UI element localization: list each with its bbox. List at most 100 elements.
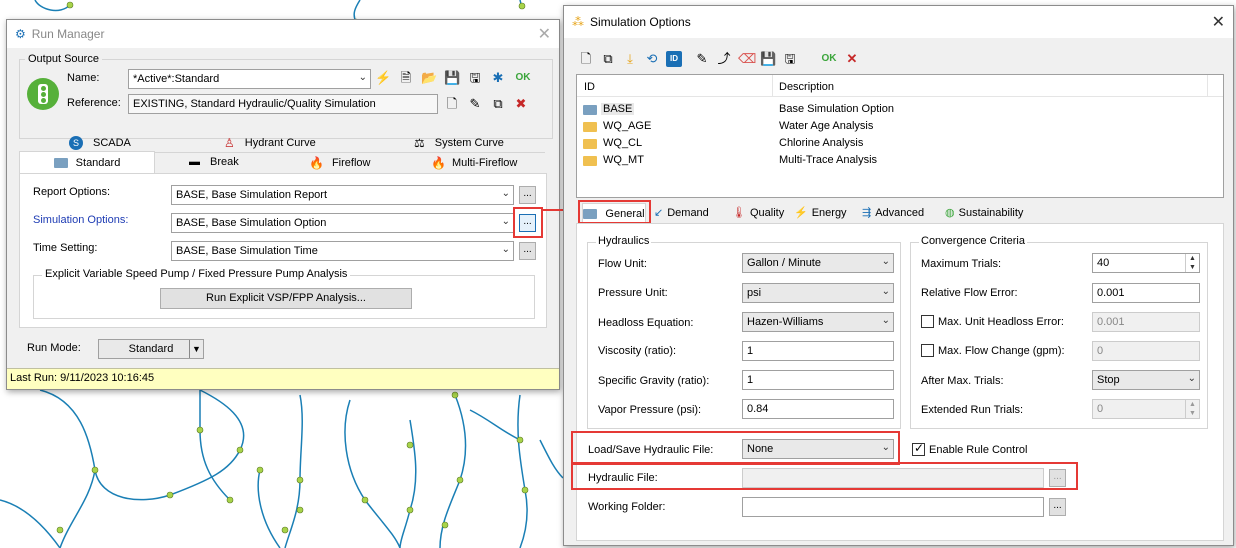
tab-system-curve[interactable]: ⚖ System Curve — [414, 136, 504, 150]
time-setting-dropdown[interactable]: BASE, Base Simulation Time ⌄ — [171, 241, 514, 261]
vapor-pressure-field[interactable]: 0.84 — [742, 399, 894, 419]
list-item[interactable]: WQ_AGE Water Age Analysis — [581, 118, 1221, 134]
delete-icon[interactable]: ✖ — [513, 96, 529, 112]
run-mode-label: Run Mode: — [27, 342, 81, 354]
open-folder-icon[interactable]: 📂 — [421, 70, 437, 86]
viscosity-field[interactable]: 1 — [742, 341, 894, 361]
new-icon[interactable]: 🗋 — [578, 51, 594, 67]
folder-icon — [583, 104, 601, 116]
specific-gravity-field[interactable]: 1 — [742, 370, 894, 390]
headloss-dropdown[interactable]: Hazen-Williams ⌄ — [742, 312, 894, 332]
column-description[interactable]: Description — [779, 81, 834, 93]
edit-icon[interactable]: ✎ — [694, 51, 710, 67]
run-mode-dropdown[interactable]: Standard ▼ — [98, 339, 204, 359]
max-flow-change-label: Max. Flow Change (gpm): — [938, 344, 1065, 357]
pressure-unit-dropdown[interactable]: psi ⌄ — [742, 283, 894, 303]
time-setting-label: Time Setting: — [33, 242, 98, 254]
tab-break[interactable]: ▬ Break — [189, 156, 239, 168]
extended-run-trials-field[interactable]: 0 ▲ ▼ — [1092, 399, 1200, 419]
name-dropdown[interactable]: *Active*:Standard ⌄ — [128, 69, 371, 89]
tab-demand[interactable]: ↙ Demand — [654, 206, 709, 220]
dropdown-arrow-icon: ▼ — [189, 340, 203, 358]
save-icon[interactable]: 💾 — [760, 51, 776, 67]
max-headloss-field[interactable]: 0.001 — [1092, 312, 1200, 332]
folder-icon — [583, 138, 601, 150]
list-item[interactable]: WQ_MT Multi-Trace Analysis — [581, 152, 1221, 168]
flow-unit-label: Flow Unit: — [598, 258, 647, 270]
row-id: WQ_CL — [603, 137, 643, 149]
list-item[interactable]: WQ_CL Chlorine Analysis — [581, 135, 1221, 151]
column-id[interactable]: ID — [584, 81, 595, 93]
run-manager-close-icon[interactable]: ✕ — [538, 24, 551, 44]
save-icon[interactable]: 💾 — [444, 70, 460, 86]
list-item[interactable]: BASE Base Simulation Option — [581, 101, 1221, 117]
time-setting-browse-button[interactable]: ... — [519, 242, 536, 260]
cancel-icon[interactable]: ✕ — [844, 51, 860, 67]
ok-button[interactable]: OK — [818, 51, 840, 67]
tab-fireflow[interactable]: 🔥 Fireflow — [309, 156, 370, 170]
max-headloss-checkbox[interactable]: Max. Unit Headloss Error: — [921, 315, 1064, 328]
tab-demand-label: Demand — [667, 206, 709, 219]
max-flow-change-checkbox[interactable]: Max. Flow Change (gpm): — [921, 344, 1065, 357]
tab-energy[interactable]: ⚡ Energy — [794, 206, 847, 220]
vapor-pressure-label: Vapor Pressure (psi): — [598, 404, 702, 416]
new-icon[interactable]: 🗋 — [444, 96, 460, 112]
synchronize-icon[interactable]: ⟲ — [644, 51, 660, 67]
chevron-down-icon: ⌄ — [501, 188, 510, 199]
run-manager-window: ⚙ Run Manager ✕ Output Source Name: *Act… — [6, 19, 560, 390]
sim-options-close-icon[interactable]: ✕ — [1212, 12, 1225, 32]
highlight-hydraulic-file — [571, 462, 1078, 490]
relative-flow-error-field[interactable]: 0.001 — [1092, 283, 1200, 303]
report-options-browse-button[interactable]: ... — [519, 186, 536, 204]
tab-standard[interactable]: Standard — [19, 151, 155, 173]
convergence-group-label: Convergence Criteria — [919, 235, 1027, 247]
checkbox-icon — [921, 315, 934, 328]
run-vsp-analysis-button[interactable]: Run Explicit VSP/FPP Analysis... — [160, 288, 412, 309]
flow-unit-dropdown[interactable]: Gallon / Minute ⌄ — [742, 253, 894, 273]
rename-icon[interactable]: ⧉ — [490, 96, 506, 112]
tab-standard-label: Standard — [75, 156, 121, 169]
tab-multi-fireflow[interactable]: 🔥 Multi-Fireflow — [431, 156, 517, 170]
max-headloss-label: Max. Unit Headloss Error: — [938, 315, 1064, 328]
edit-icon[interactable]: ✎ — [467, 96, 483, 112]
id-icon[interactable]: ID — [666, 51, 682, 67]
tab-system-curve-label: System Curve — [434, 137, 504, 149]
column-divider — [772, 75, 773, 97]
run-icon[interactable]: ⚡ — [375, 70, 391, 86]
tab-hydrant-curve[interactable]: ♙ Hydrant Curve — [224, 136, 316, 150]
report-options-value: BASE, Base Simulation Report — [176, 189, 328, 201]
max-flow-change-field[interactable]: 0 — [1092, 341, 1200, 361]
report-options-label: Report Options: — [33, 186, 111, 198]
ok-button[interactable]: OK — [513, 70, 533, 86]
tab-sustainability-label: Sustainability — [958, 206, 1024, 219]
working-folder-browse-button[interactable]: ... — [1049, 498, 1066, 516]
traffic-light-icon — [27, 78, 59, 110]
import-icon[interactable]: ⤓ — [622, 51, 638, 67]
run-manager-titlebar: ⚙ Run Manager — [7, 20, 559, 48]
duplicate-icon[interactable]: ⧉ — [600, 51, 616, 67]
simulation-options-dropdown[interactable]: BASE, Base Simulation Option ⌄ — [171, 213, 514, 233]
tab-advanced[interactable]: ⇶ Advanced — [862, 206, 924, 220]
report-options-dropdown[interactable]: BASE, Base Simulation Report ⌄ — [171, 185, 514, 205]
report-icon[interactable]: 🗎 — [398, 70, 414, 86]
eraser-icon[interactable]: ⌫ — [738, 51, 756, 67]
rename-icon[interactable]: ⤴ — [716, 51, 732, 67]
compute-icon[interactable]: ✱ — [490, 70, 506, 86]
tab-quality[interactable]: 🌡 Quality — [732, 206, 784, 220]
tab-sustainability[interactable]: ◍ Sustainability — [945, 206, 1024, 220]
folder-icon — [53, 157, 72, 169]
fire-icon: 🔥 — [309, 156, 324, 170]
reference-field[interactable]: EXISTING, Standard Hydraulic/Quality Sim… — [128, 94, 438, 114]
spinner-icon[interactable]: ▲ ▼ — [1185, 400, 1199, 418]
working-folder-field[interactable] — [742, 497, 1044, 517]
save-as-icon[interactable]: 🖫 — [782, 51, 798, 67]
after-max-trials-dropdown[interactable]: Stop ⌄ — [1092, 370, 1200, 390]
last-run-status: Last Run: 9/11/2023 10:16:45 — [10, 372, 155, 384]
enable-rule-control-checkbox[interactable]: Enable Rule Control — [912, 441, 1027, 456]
after-max-trials-value: Stop — [1097, 374, 1120, 386]
spinner-icon[interactable]: ▲ ▼ — [1185, 254, 1199, 272]
tab-scada[interactable]: S SCADA — [69, 136, 131, 150]
maximum-trials-field[interactable]: 40 ▲ ▼ — [1092, 253, 1200, 273]
run-manager-app-icon: ⚙ — [15, 27, 26, 41]
save-as-icon[interactable]: 🖫 — [467, 70, 483, 86]
